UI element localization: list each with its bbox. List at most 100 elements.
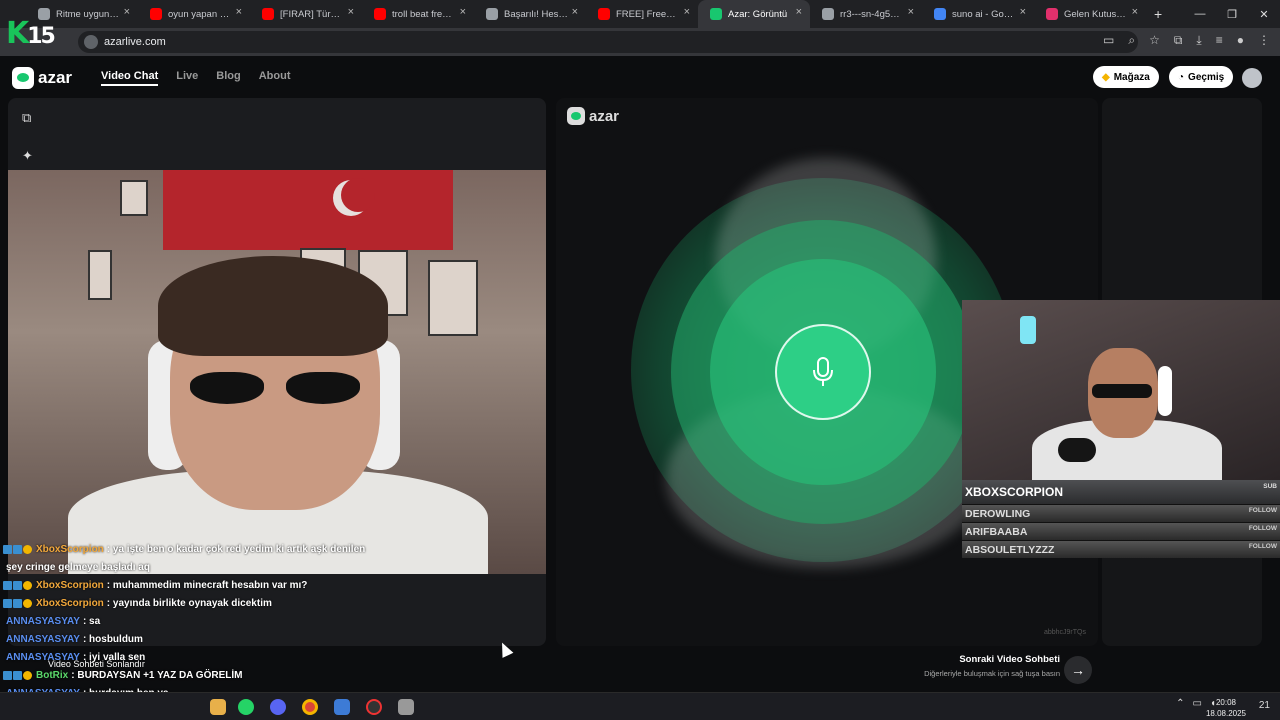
menu-icon[interactable]: ⋮ bbox=[1258, 33, 1270, 48]
browser-tab[interactable]: FREE] Freestyle Ty × bbox=[586, 0, 698, 28]
maximize-button[interactable]: ❐ bbox=[1216, 0, 1248, 28]
chevron-up-icon[interactable]: ⌃ bbox=[1176, 698, 1184, 709]
chat-message: XboxScorpion: ya işte ben o kadar çok re… bbox=[3, 540, 523, 558]
chat-text: : hosbuldum bbox=[82, 633, 143, 645]
chat-text: : yayında birlikte oynayak dicektim bbox=[106, 597, 272, 609]
browser-tab[interactable]: Başarılı! Hesabın y × bbox=[474, 0, 586, 28]
wall-poster bbox=[120, 180, 148, 216]
chat-text: : muhammedim minecraft hesabın var mı? bbox=[106, 579, 308, 591]
chat-message: XboxScorpion: yayında birlikte oynayak d… bbox=[3, 594, 523, 612]
gem-icon: ◆ bbox=[1102, 71, 1110, 83]
tab-close-icon[interactable]: × bbox=[236, 6, 242, 18]
recent-events-overlay: XBOXSCORPION SUB DEROWLING FOLLOW ARIFBAAB… bbox=[962, 480, 1280, 558]
tab-title: Gelen Kutusu • So bbox=[1064, 8, 1128, 20]
browser-tab[interactable]: suno ai - Google × bbox=[922, 0, 1034, 28]
browser-tab[interactable]: [FIRAR] Türkçe Ra × bbox=[250, 0, 362, 28]
browser-tab-bar: Ritme uygun söz×oyun yapan yapay×[FIRAR]… bbox=[0, 0, 1280, 28]
chat-badge-icon bbox=[13, 580, 22, 590]
obs-icon[interactable] bbox=[366, 699, 382, 715]
whatsapp-icon[interactable] bbox=[238, 699, 254, 715]
chat-badge-icon bbox=[3, 580, 12, 590]
window-controls: — ❐ ✕ bbox=[1184, 0, 1280, 28]
microphone-button[interactable] bbox=[775, 324, 871, 420]
discord-icon[interactable] bbox=[270, 699, 286, 715]
tab-close-icon[interactable]: × bbox=[348, 6, 354, 18]
url-text: azarlive.com bbox=[104, 36, 166, 48]
zoom-icon[interactable]: ⌕ bbox=[1128, 33, 1135, 48]
store-button[interactable]: ◆ Mağaza bbox=[1093, 66, 1159, 88]
user-avatar[interactable] bbox=[1242, 68, 1262, 88]
chat-message: XboxScorpion: muhammedim minecraft hesab… bbox=[3, 576, 523, 594]
file-explorer-icon[interactable] bbox=[210, 699, 226, 715]
chat-badge-icon bbox=[23, 544, 32, 554]
chat-message: şey cringe gelmeye başladı aq bbox=[3, 558, 523, 576]
partner-watermark: abbhcJ9rTQs bbox=[1043, 629, 1086, 636]
tab-strip: Ritme uygun söz×oyun yapan yapay×[FIRAR]… bbox=[26, 0, 1146, 28]
chat-badge-icon bbox=[3, 544, 12, 554]
browser-tab[interactable]: Azar: Görüntü × bbox=[698, 0, 810, 28]
azar-nav-links: Video Chat Live Blog About bbox=[101, 70, 291, 86]
browser-tab[interactable]: Gelen Kutusu • So × bbox=[1034, 0, 1146, 28]
clock-icon: ◔ bbox=[1178, 71, 1185, 83]
minimize-button[interactable]: — bbox=[1184, 0, 1216, 28]
network-icon[interactable]: ▭ bbox=[1193, 698, 1202, 709]
address-bar[interactable]: azarlive.com bbox=[78, 31, 1138, 53]
toolbar-icons: ▭ ⌕ ☆ ⧉ ⤓ ≡ ● ⋮ bbox=[1103, 33, 1270, 48]
nav-video-chat[interactable]: Video Chat bbox=[101, 70, 159, 86]
chat-text: : BURDAYSAN +1 YAZ DA GÖRELİM bbox=[71, 669, 243, 681]
flag-crescent bbox=[333, 178, 375, 216]
system-clock[interactable]: 20:08 18.08.2025 bbox=[1206, 697, 1246, 719]
chat-badge-icon bbox=[23, 580, 32, 590]
chrome-icon[interactable] bbox=[302, 699, 318, 715]
tab-title: Azar: Görüntü bbox=[728, 8, 788, 20]
azar-logo-icon bbox=[12, 67, 34, 89]
azar-header: azar Video Chat Live Blog About ◆ Mağaza… bbox=[0, 56, 1280, 98]
history-button[interactable]: ◔ Geçmiş bbox=[1169, 66, 1234, 88]
follow-tag: FOLLOW bbox=[1248, 543, 1277, 550]
chat-message: ANNASYASYAY: hosbuldum bbox=[3, 630, 523, 648]
effects-icon[interactable]: ✦ bbox=[22, 148, 36, 164]
address-bar-row: azarlive.com ▭ ⌕ ☆ ⧉ ⤓ ≡ ● ⋮ bbox=[0, 28, 1280, 56]
chat-username: XboxScorpion bbox=[36, 579, 104, 591]
nav-about[interactable]: About bbox=[259, 70, 291, 86]
pip-icon[interactable]: ⧉ bbox=[22, 110, 36, 126]
bookmark-star-icon[interactable]: ☆ bbox=[1149, 33, 1160, 48]
close-window-button[interactable]: ✕ bbox=[1248, 0, 1280, 28]
browser-tab[interactable]: oyun yapan yapay × bbox=[138, 0, 250, 28]
app-icon[interactable] bbox=[398, 699, 414, 715]
chat-badge-icon bbox=[23, 670, 32, 680]
chat-message: ANNASYASYAY: sa bbox=[3, 612, 523, 630]
tab-close-icon[interactable]: × bbox=[1132, 6, 1138, 18]
tab-close-icon[interactable]: × bbox=[572, 6, 578, 18]
browser-tab[interactable]: troll beat free - Yo × bbox=[362, 0, 474, 28]
tab-close-icon[interactable]: × bbox=[124, 6, 130, 18]
sunglasses bbox=[190, 372, 360, 406]
reading-list-icon[interactable]: ≡ bbox=[1216, 33, 1223, 48]
tab-close-icon[interactable]: × bbox=[796, 6, 802, 18]
windows-taskbar: ⌃ ▭ ◖ 20:08 18.08.2025 21 bbox=[0, 692, 1280, 720]
tab-close-icon[interactable]: × bbox=[908, 6, 914, 18]
profile-icon[interactable]: ● bbox=[1237, 33, 1244, 48]
extensions-icon[interactable]: ⧉ bbox=[1174, 33, 1183, 48]
nav-blog[interactable]: Blog bbox=[216, 70, 240, 86]
follow-row: ARIFBAABA FOLLOW bbox=[962, 522, 1280, 540]
tab-close-icon[interactable]: × bbox=[684, 6, 690, 18]
new-tab-button[interactable]: + bbox=[1154, 6, 1162, 22]
wall-poster bbox=[88, 250, 112, 300]
app-icon[interactable] bbox=[334, 699, 350, 715]
azar-logo[interactable]: azar bbox=[12, 67, 72, 89]
follower-name: ABSOULETLYZZZ bbox=[965, 543, 1055, 556]
cast-icon[interactable]: ▭ bbox=[1103, 33, 1114, 48]
lamp bbox=[1020, 316, 1036, 344]
site-info-icon[interactable] bbox=[84, 35, 98, 49]
tab-close-icon[interactable]: × bbox=[460, 6, 466, 18]
my-camera-feed bbox=[8, 170, 546, 574]
browser-tab[interactable]: rr3---sn-4g5edn6 × bbox=[810, 0, 922, 28]
chat-text: : ya işte ben o kadar çok red yedim ki a… bbox=[106, 543, 366, 555]
tab-close-icon[interactable]: × bbox=[1020, 6, 1026, 18]
tab-favicon-icon bbox=[262, 8, 274, 20]
next-chat-button[interactable]: → bbox=[1064, 656, 1092, 684]
download-icon[interactable]: ⤓ bbox=[1196, 33, 1201, 48]
notification-count[interactable]: 21 bbox=[1259, 700, 1270, 711]
nav-live[interactable]: Live bbox=[176, 70, 198, 86]
